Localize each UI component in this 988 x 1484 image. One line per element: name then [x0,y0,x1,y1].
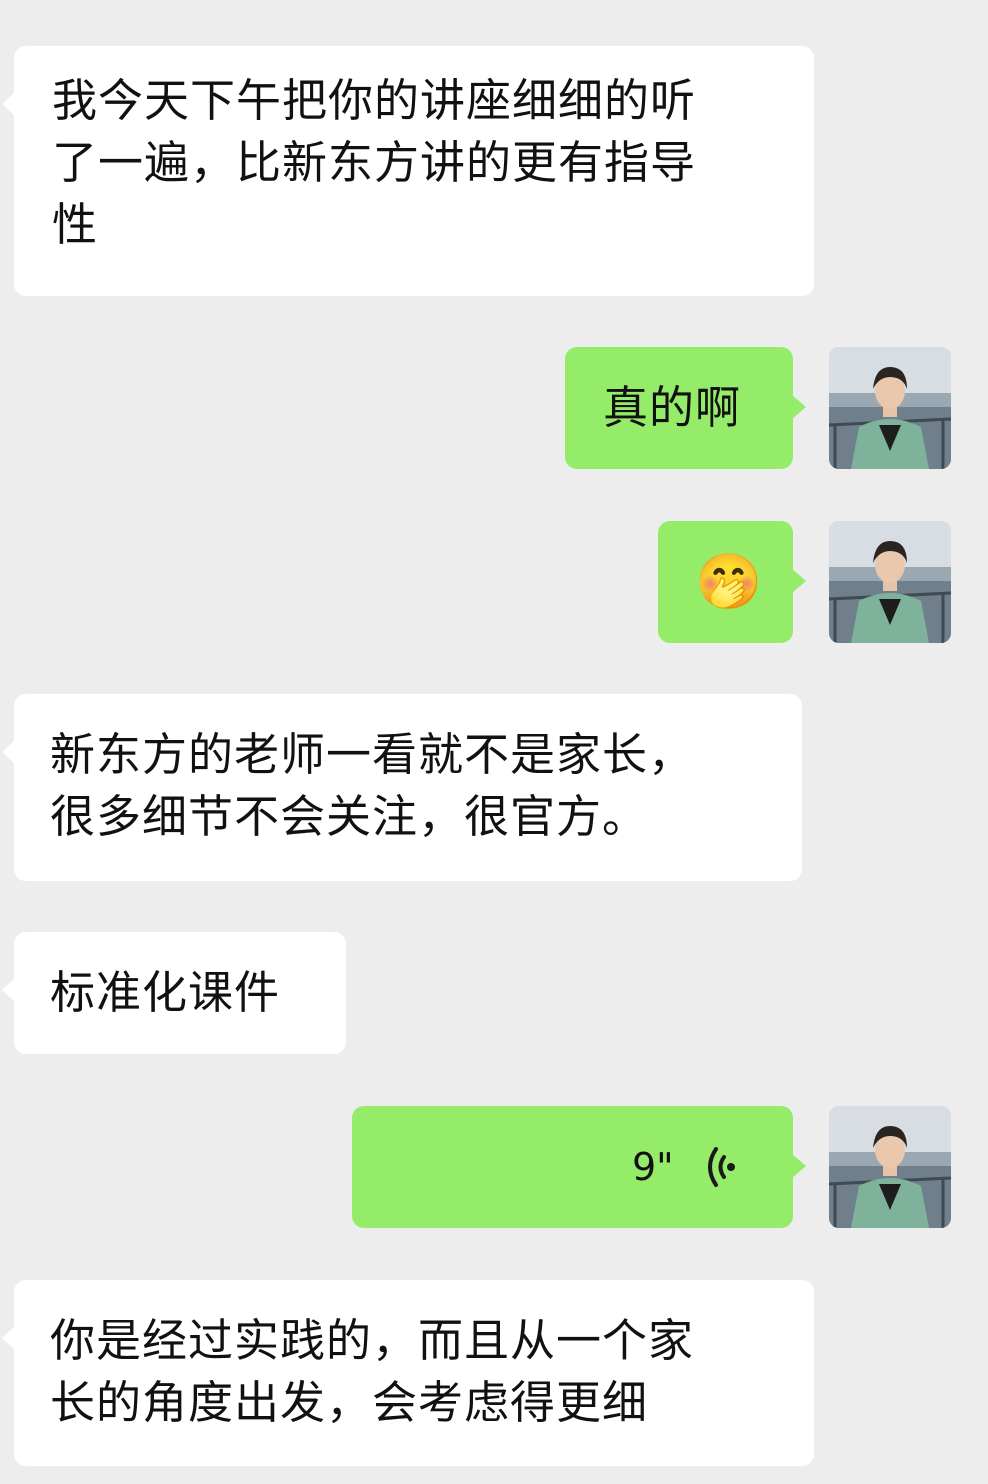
incoming-message-bubble[interactable]: 标准化课件 [2,932,346,1054]
avatar[interactable] [829,347,951,469]
hand-over-mouth-emoji-icon: 🤭 [695,550,763,613]
message-text-line: 你是经过实践的，而且从一个家 [50,1314,695,1367]
incoming-message-bubble[interactable]: 新东方的老师一看就不是家长， 很多细节不会关注，很官方。 [2,694,802,881]
message-text-line: 新东方的老师一看就不是家长， [50,728,695,781]
message-text-line: 很多细节不会关注，很官方。 [50,790,649,843]
message-text: 真的啊 [603,381,742,434]
outgoing-emoji-bubble[interactable]: 🤭 [658,521,806,643]
message-text-line: 长的角度出发，会考虑得更细 [50,1376,649,1429]
avatar[interactable] [829,1106,951,1228]
message-text-line: 性 [52,198,99,251]
outgoing-message-bubble[interactable]: 真的啊 [565,347,806,469]
avatar[interactable] [829,521,951,643]
incoming-message-bubble[interactable]: 你是经过实践的，而且从一个家 长的角度出发，会考虑得更细 [2,1280,814,1466]
incoming-message-bubble[interactable]: 我今天下午把你的讲座细细的听 了一遍，比新东方讲的更有指导 性 [2,46,814,296]
voice-wave-icon [708,1147,735,1187]
user-avatar-photo-icon [829,521,951,643]
message-text-line: 我今天下午把你的讲座细细的听 [52,74,697,127]
message-text: 标准化课件 [50,966,281,1019]
user-avatar-photo-icon [829,1106,951,1228]
message-text-line: 了一遍，比新东方讲的更有指导 [52,136,697,189]
user-avatar-photo-icon [829,347,951,469]
voice-duration-label: 9" [632,1145,674,1189]
outgoing-voice-message-bubble[interactable]: 9" [352,1106,806,1228]
